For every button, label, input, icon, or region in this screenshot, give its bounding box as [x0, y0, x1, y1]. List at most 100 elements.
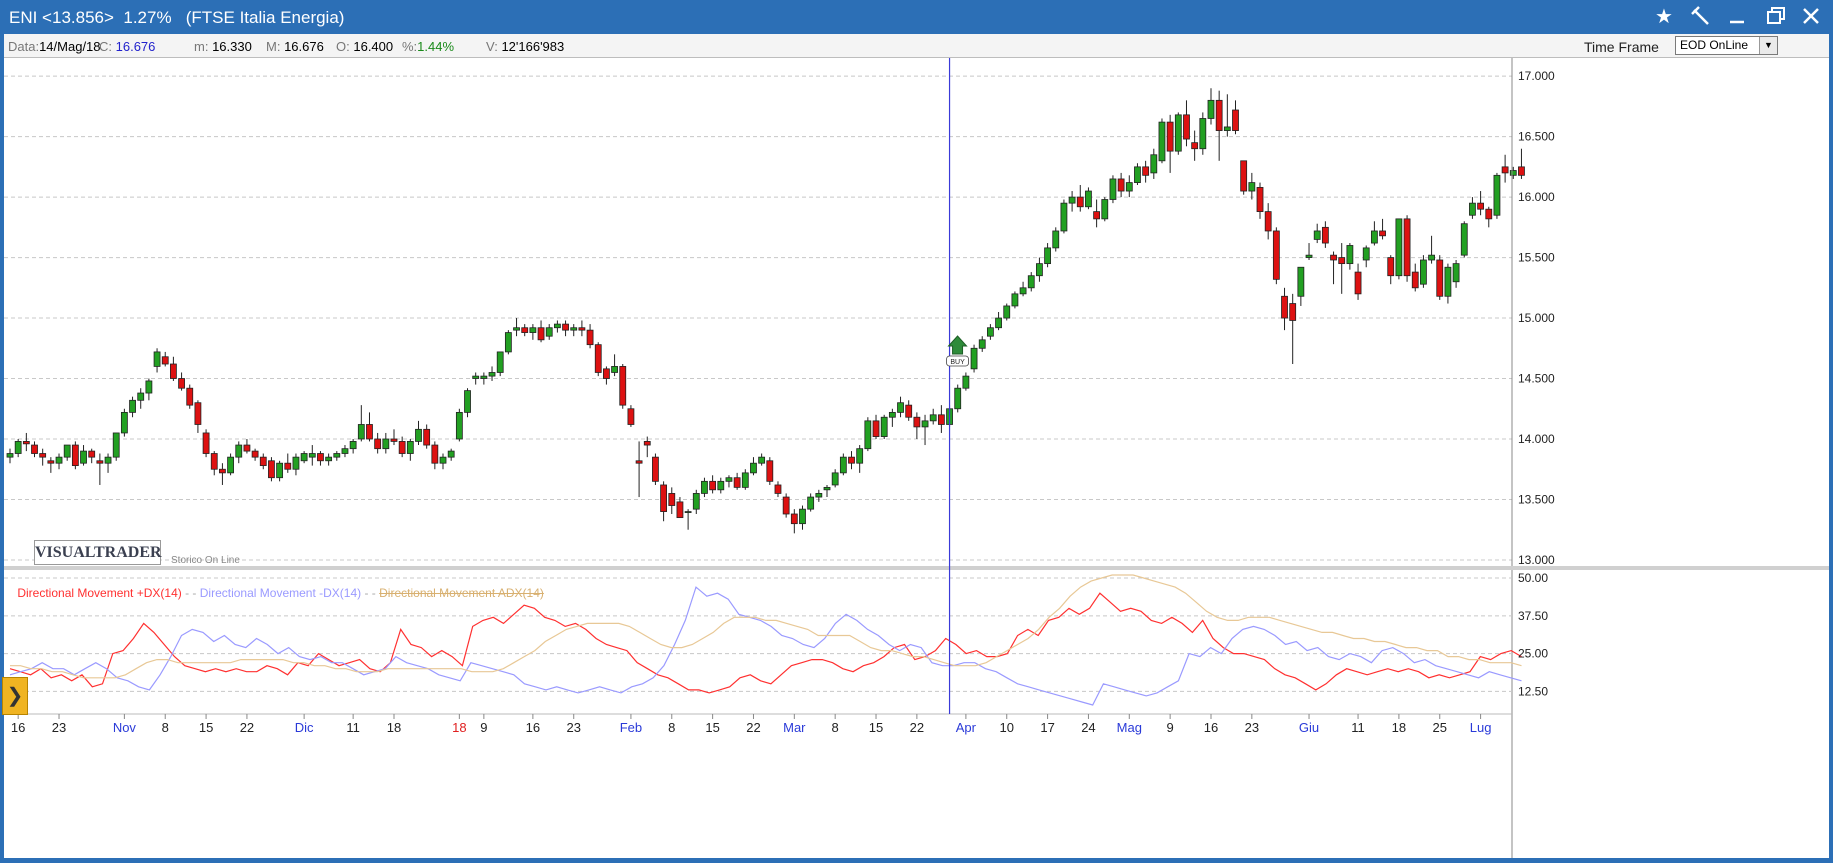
candle [954, 384, 962, 413]
candle [1379, 218, 1386, 240]
candle [161, 351, 169, 367]
window-title: ENI <13.856> 1.27% (FTSE Italia Energia) [9, 8, 345, 27]
x-axis-label: 23 [1245, 720, 1259, 735]
candle [1321, 221, 1329, 248]
high-field: M: 16.676 [266, 39, 324, 54]
title-bar: ENI <13.856> 1.27% (FTSE Italia Energia)… [0, 0, 1833, 34]
candle [268, 457, 275, 482]
candle [1428, 235, 1435, 264]
candle [31, 441, 38, 458]
candle-body [455, 411, 463, 440]
candle-body [1085, 190, 1092, 208]
candle [1223, 94, 1231, 137]
candle-body [913, 416, 921, 428]
price-axis-label: 17.000 [1518, 69, 1555, 83]
candle-body [1158, 121, 1166, 162]
candle [80, 445, 87, 466]
candle-body [766, 460, 774, 482]
chart-area[interactable]: 17.000 16.500 16.000 15.500 15.000 14.500 14.0… [2, 52, 1829, 858]
scroll-handle-icon[interactable]: ❯ [2, 677, 28, 715]
x-axis-label: 16 [526, 720, 540, 735]
candle [692, 489, 700, 514]
candle [194, 400, 202, 433]
maximize-icon[interactable] [1761, 5, 1789, 29]
candle [112, 432, 120, 461]
candle [259, 453, 267, 470]
candle [1166, 114, 1174, 173]
candle [219, 463, 226, 485]
candle [1044, 243, 1051, 268]
candle [1297, 266, 1305, 306]
candle-body [1109, 178, 1117, 200]
candle-body [333, 453, 341, 458]
candle [521, 324, 529, 337]
time-frame-select[interactable]: EOD OnLine ▼ [1675, 36, 1778, 55]
candle-body [1003, 305, 1011, 319]
candle [1191, 130, 1199, 161]
favorite-star-icon[interactable]: ★ [1650, 5, 1678, 29]
candle [292, 453, 300, 476]
candle-body [464, 390, 471, 413]
chart-canvas[interactable]: 17.000 16.500 16.000 15.500 15.000 14.500 14.0… [4, 52, 1829, 858]
candle [913, 412, 921, 439]
candle [6, 448, 14, 464]
candle-body [1420, 259, 1427, 285]
buy-label: BUY [950, 359, 965, 366]
candle-body [1011, 293, 1019, 307]
candle [382, 432, 390, 454]
candle [276, 460, 284, 482]
close-icon[interactable] [1797, 5, 1825, 29]
candle-body [55, 456, 63, 464]
candle-body [1134, 166, 1141, 183]
x-axis-label: 22 [910, 720, 924, 735]
candle [55, 453, 63, 470]
candle-body [1248, 182, 1256, 192]
candle [178, 372, 185, 391]
candle-body [815, 493, 823, 498]
candle [709, 475, 717, 494]
candle-body [472, 375, 480, 379]
visualtrader-logo: VISUALTRADER [34, 540, 162, 565]
pin-icon[interactable] [1687, 5, 1715, 29]
legend-adx: Directional Movement ADX(14) [379, 586, 544, 600]
candle-body [758, 456, 766, 464]
candle-body [1313, 230, 1321, 240]
candle-body [1501, 166, 1509, 174]
candle-body [1183, 114, 1190, 140]
candle [480, 372, 488, 385]
chevron-down-icon[interactable]: ▼ [1759, 37, 1777, 54]
candle [1060, 199, 1068, 234]
candle-body [929, 414, 937, 422]
candle-body [104, 456, 112, 464]
candle-body [529, 327, 537, 333]
candle [1289, 293, 1297, 365]
candle [1011, 291, 1019, 309]
candle-body [594, 344, 602, 373]
price-axis-label: 15.500 [1518, 251, 1555, 265]
candle-body [480, 375, 488, 379]
candle [415, 420, 422, 446]
candle [1199, 112, 1207, 155]
candle [1264, 203, 1272, 240]
candle [1052, 227, 1060, 252]
candle-body [578, 327, 586, 331]
candle-body [1272, 230, 1280, 280]
minimize-icon[interactable] [1723, 5, 1751, 29]
candle-body [390, 438, 398, 442]
candle [978, 336, 986, 352]
candle [1518, 148, 1525, 179]
x-axis-label: 16 [1204, 720, 1218, 735]
candle [684, 509, 692, 530]
candle [1469, 197, 1476, 219]
candle [22, 432, 30, 452]
candle [251, 448, 259, 461]
candle-body [1477, 202, 1484, 210]
candle [823, 484, 831, 498]
close-field: C: 16.676 [99, 39, 156, 54]
candle [1019, 281, 1027, 297]
candle [455, 408, 463, 442]
candle [235, 441, 243, 464]
candle [733, 472, 741, 490]
candle [1485, 206, 1493, 228]
x-axis-label: Apr [956, 720, 977, 735]
